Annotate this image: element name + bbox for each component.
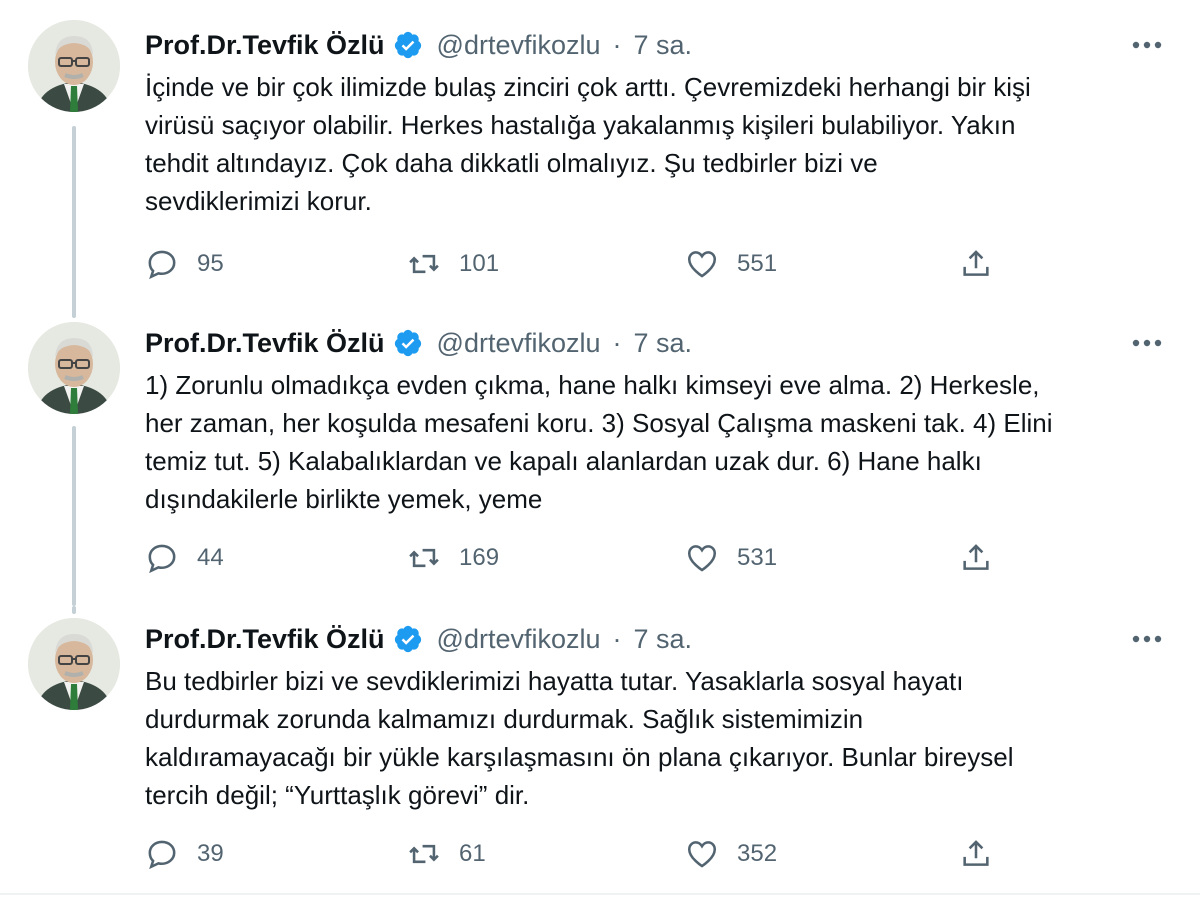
retweet-icon: [407, 247, 441, 281]
verified-badge-icon: [393, 328, 423, 358]
retweet-count: 101: [459, 250, 500, 277]
avatar[interactable]: [28, 20, 120, 112]
tweet-timestamp[interactable]: 7 sa.: [634, 30, 693, 61]
like-button[interactable]: 352: [685, 834, 777, 874]
tweet-timestamp[interactable]: 7 sa.: [634, 624, 693, 655]
tweet-text: 1) Zorunlu olmadıkça evden çıkma, hane h…: [145, 370, 1053, 514]
reply-icon: [145, 541, 179, 575]
reply-button[interactable]: 95: [145, 244, 224, 284]
tweet[interactable]: Prof.Dr.Tevfik Özlü @drtevfikozlu · 7 sa…: [0, 306, 1200, 606]
thread-connector-line: [72, 426, 76, 606]
tweet-header: Prof.Dr.Tevfik Özlü @drtevfikozlu · 7 sa…: [145, 26, 1175, 64]
author-handle[interactable]: @drtevfikozlu: [437, 328, 601, 359]
reply-count: 95: [197, 250, 224, 277]
author-handle[interactable]: @drtevfikozlu: [437, 624, 601, 655]
retweet-count: 169: [459, 544, 500, 571]
tweet-timestamp[interactable]: 7 sa.: [634, 328, 693, 359]
author-name[interactable]: Prof.Dr.Tevfik Özlü: [145, 624, 385, 655]
tweet[interactable]: Prof.Dr.Tevfik Özlü @drtevfikozlu · 7 sa…: [0, 606, 1200, 896]
avatar[interactable]: [28, 322, 120, 414]
divider: [0, 893, 1200, 895]
like-icon: [685, 247, 719, 281]
separator-dot: ·: [612, 29, 622, 60]
reply-button[interactable]: 39: [145, 834, 224, 874]
tweet-content: Prof.Dr.Tevfik Özlü @drtevfikozlu · 7 sa…: [145, 26, 1175, 280]
reply-count: 39: [197, 840, 224, 867]
separator-dot: ·: [612, 623, 622, 654]
thread-connector-line: [72, 306, 76, 318]
avatar[interactable]: [28, 618, 120, 710]
like-icon: [685, 541, 719, 575]
retweet-button[interactable]: 61: [407, 834, 486, 874]
share-icon: [959, 541, 993, 575]
like-button[interactable]: 531: [685, 538, 777, 578]
like-count: 551: [737, 250, 778, 277]
tweet-header: Prof.Dr.Tevfik Özlü @drtevfikozlu · 7 sa…: [145, 324, 1175, 362]
verified-badge-icon: [393, 30, 423, 60]
verified-badge-icon: [393, 624, 423, 654]
more-icon[interactable]: [1127, 30, 1167, 60]
share-button[interactable]: [959, 244, 993, 284]
share-icon: [959, 837, 993, 871]
more-icon[interactable]: [1127, 328, 1167, 358]
tweet-header: Prof.Dr.Tevfik Özlü @drtevfikozlu · 7 sa…: [145, 620, 1175, 658]
retweet-button[interactable]: 169: [407, 538, 499, 578]
tweet-actions: 44 169 531: [145, 538, 1005, 578]
retweet-icon: [407, 837, 441, 871]
retweet-count: 61: [459, 840, 486, 867]
reply-icon: [145, 247, 179, 281]
like-button[interactable]: 551: [685, 244, 777, 284]
reply-icon: [145, 837, 179, 871]
thread-connector-line: [72, 606, 76, 614]
author-name[interactable]: Prof.Dr.Tevfik Özlü: [145, 328, 385, 359]
author-handle[interactable]: @drtevfikozlu: [437, 30, 601, 61]
tweet-content: Prof.Dr.Tevfik Özlü @drtevfikozlu · 7 sa…: [145, 324, 1175, 574]
more-icon[interactable]: [1127, 624, 1167, 654]
tweet-content: Prof.Dr.Tevfik Özlü @drtevfikozlu · 7 sa…: [145, 620, 1175, 870]
share-icon: [959, 247, 993, 281]
tweet-text: Bu tedbirler bizi ve sevdiklerimizi haya…: [145, 666, 1014, 810]
like-icon: [685, 837, 719, 871]
retweet-icon: [407, 541, 441, 575]
reply-button[interactable]: 44: [145, 538, 224, 578]
tweet-thread: Prof.Dr.Tevfik Özlü @drtevfikozlu · 7 sa…: [0, 0, 1200, 901]
thread-connector-line: [72, 126, 76, 310]
reply-count: 44: [197, 544, 224, 571]
author-name[interactable]: Prof.Dr.Tevfik Özlü: [145, 30, 385, 61]
share-button[interactable]: [959, 834, 993, 874]
share-button[interactable]: [959, 538, 993, 578]
tweet-actions: 95 101 551: [145, 244, 1005, 284]
separator-dot: ·: [612, 327, 622, 358]
tweet-actions: 39 61 352: [145, 834, 1005, 874]
retweet-button[interactable]: 101: [407, 244, 499, 284]
tweet[interactable]: Prof.Dr.Tevfik Özlü @drtevfikozlu · 7 sa…: [0, 0, 1200, 310]
tweet-text: İçinde ve bir çok ilimizde bulaş zinciri…: [145, 72, 1031, 216]
like-count: 531: [737, 544, 778, 571]
like-count: 352: [737, 840, 778, 867]
